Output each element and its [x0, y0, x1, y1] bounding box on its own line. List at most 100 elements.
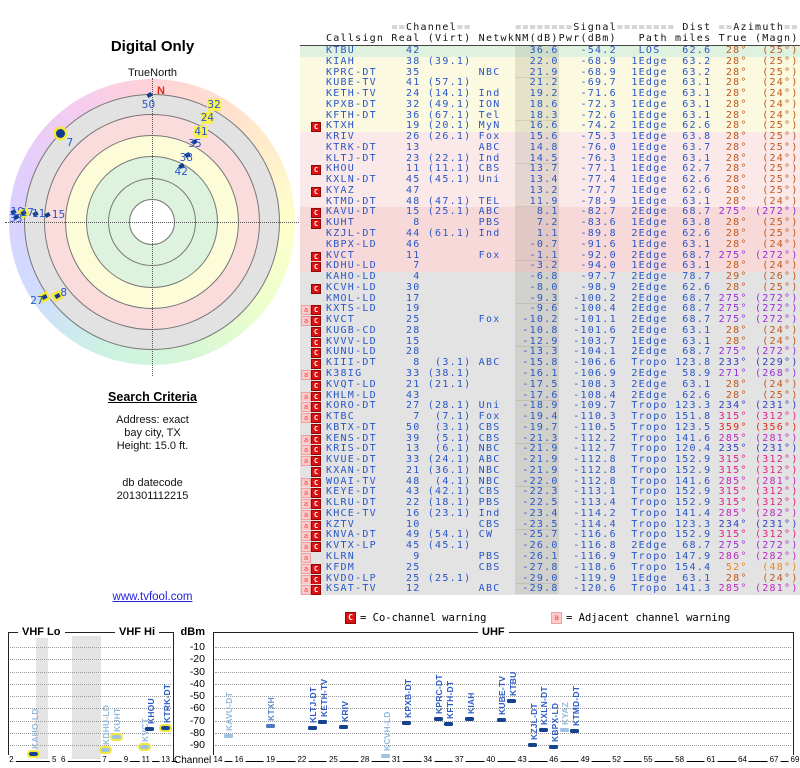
radar-point — [55, 129, 65, 139]
bar-callsign-label: KXLN-DT — [539, 685, 550, 725]
co-channel-flag: C — [311, 359, 321, 370]
co-channel-flag: C — [311, 283, 321, 294]
co-channel-flag: C — [311, 402, 321, 413]
channel-tick: 58 — [673, 755, 687, 764]
signal-bar — [444, 721, 454, 726]
adjacent-channel-flag: a — [301, 574, 311, 585]
co-channel-flag: C — [311, 348, 321, 359]
co-channel-flag: C — [311, 423, 321, 434]
co-channel-flag: C — [311, 520, 321, 531]
dbm-tick: -60 — [189, 702, 205, 715]
panel-right-border — [173, 632, 174, 761]
radar-point-label: 7 — [66, 136, 74, 149]
panel-right-border — [793, 632, 794, 761]
signal-bar — [98, 745, 112, 754]
gridline — [215, 745, 791, 746]
dbm-axis-label: dBm — [180, 626, 205, 638]
signal-bar — [307, 726, 317, 731]
gridline — [10, 683, 171, 685]
adjacent-channel-flag: a — [301, 434, 311, 445]
radar-point-label: 24 — [200, 112, 215, 125]
adjacent-channel-flag: a — [301, 563, 311, 574]
radar-point-label: 41 — [194, 126, 208, 139]
table-row: a C KSAT-TV 12 ABC -29.8 -120.6 Tropo 141.… — [300, 583, 800, 596]
radar-point-label: 35 — [188, 138, 202, 151]
panel-left-border — [8, 632, 9, 761]
spectrum-gap-band — [71, 636, 102, 759]
tvfool-link[interactable]: www.tvfool.com — [60, 591, 245, 603]
bar-callsign-label: KYAZ — [560, 701, 571, 725]
channel-tick: 13 — [159, 755, 173, 764]
bar-callsign-label: KETH-TV — [318, 679, 329, 718]
co-channel-flag: C — [311, 337, 321, 348]
channel-tick: 9 — [121, 755, 131, 764]
signal-bar — [465, 717, 475, 722]
gridline — [10, 647, 171, 648]
co-channel-flag: C — [311, 413, 321, 424]
channel-tick: 43 — [515, 755, 529, 764]
criteria-city: bay city, TX — [124, 427, 181, 439]
dbm-tick: -40 — [189, 677, 205, 690]
bar-callsign-label: KFTH-DT — [444, 680, 455, 719]
co-channel-flag: C — [311, 186, 321, 197]
gridline — [215, 671, 791, 673]
channel-tick: 31 — [389, 755, 403, 764]
bar-callsign-label: KIAH — [465, 692, 476, 715]
adjacent-channel-legend: = Adjacent channel warning — [566, 612, 731, 624]
bar-callsign-label: KTXH — [266, 696, 277, 721]
signal-bar — [318, 720, 328, 725]
bar-callsign-label: KRIV — [339, 700, 350, 722]
signal-bar — [559, 727, 569, 732]
gridline — [10, 696, 171, 697]
co-channel-flag: C — [311, 434, 321, 445]
criteria-height: Height: 15.0 ft. — [116, 440, 189, 452]
adjacent-channel-flag: a — [301, 552, 311, 563]
criteria-address: Address: exact — [116, 414, 189, 426]
adjacent-channel-flag: a — [301, 488, 311, 499]
bar-callsign-label: KCVH-LD — [381, 711, 392, 751]
north-marker: N — [157, 85, 165, 97]
signal-bar — [549, 744, 559, 749]
adjacent-channel-flag: a — [301, 316, 311, 327]
channel-tick: 14 — [211, 755, 225, 764]
channel-tick: 19 — [264, 755, 277, 764]
channel-tick: 64 — [736, 755, 749, 764]
channel-tick: 25 — [326, 755, 340, 764]
gridline — [215, 659, 791, 661]
panel-left-border — [213, 632, 214, 761]
channel-tick: 49 — [578, 755, 592, 764]
co-channel-flag: C — [311, 369, 321, 380]
adjacent-channel-flag: a — [301, 413, 311, 424]
co-channel-flag: C — [311, 456, 321, 467]
dbm-tick: -10 — [189, 641, 205, 653]
dbm-tick: -80 — [189, 726, 205, 739]
co-channel-flag: C — [311, 305, 321, 316]
channel-axis-label: Channel — [174, 755, 212, 766]
radar-point-label: 33 — [9, 213, 23, 226]
bar-callsign-label: KBPX-LD — [549, 702, 560, 742]
gridline — [215, 732, 791, 734]
signal-bar — [109, 733, 123, 742]
channel-tick: 28 — [358, 755, 372, 764]
adjacent-channel-flag: a — [301, 305, 311, 316]
channel-tick: 46 — [547, 755, 561, 764]
radar-crosshair-horizontal — [5, 222, 299, 223]
tvfool-report: Digital Only TrueNorth N 50 32 24 41 35 38 42 7… — [0, 0, 800, 768]
channel-tick: 61 — [704, 755, 718, 764]
radar-point-label: 32 — [207, 98, 221, 111]
channel-tick: 34 — [421, 755, 435, 764]
bar-callsign-label: KDHU-LD — [101, 704, 112, 745]
channel-tick: 2 — [7, 755, 16, 764]
vhf-hi-title: VHF Hi — [115, 626, 160, 638]
bar-callsign-label: KAHO-LD — [29, 708, 40, 750]
gridline — [215, 647, 791, 648]
dbm-tick: -30 — [189, 665, 205, 678]
search-criteria-title: Search Criteria — [108, 390, 197, 404]
co-channel-legend: = Co-channel warning — [360, 612, 487, 624]
co-channel-flag: C — [311, 165, 321, 176]
gridline — [10, 659, 171, 661]
adjacent-channel-flag: a — [301, 585, 311, 596]
co-channel-flag: C — [311, 585, 321, 596]
channel-tick: 7 — [100, 755, 109, 764]
channel-tick: 37 — [452, 755, 466, 764]
